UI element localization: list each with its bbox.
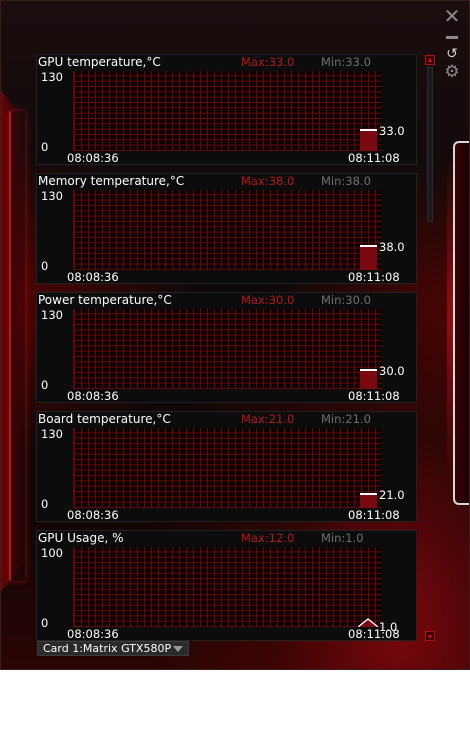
scrollbar-thumb[interactable] (427, 67, 433, 222)
min-value: Min:1.0 (321, 531, 364, 545)
current-value: 38.0 (379, 240, 405, 254)
scroll-up-icon[interactable] (425, 55, 435, 65)
time-start: 08:08:36 (67, 627, 119, 641)
min-value: Min:33.0 (321, 55, 371, 69)
graph-plot (73, 190, 382, 270)
min-value: Min:30.0 (321, 293, 371, 307)
current-value: 33.0 (379, 124, 405, 138)
close-icon[interactable]: ✕ (443, 6, 461, 26)
graph-fill (360, 493, 377, 508)
y-axis-min: 0 (41, 259, 49, 273)
time-end: 08:11:08 (348, 151, 400, 165)
scrollbar[interactable] (425, 55, 435, 641)
time-end: 08:11:08 (348, 627, 400, 641)
link-icon[interactable]: ↺ (443, 45, 461, 63)
max-value: Max:33.0 (241, 55, 295, 69)
time-start: 08:08:36 (67, 389, 119, 403)
chevron-down-icon[interactable] (173, 646, 183, 652)
current-value: 30.0 (379, 364, 405, 378)
gpu-usage-panel: GPU Usage, % Max:12.0 Min:1.0 100 0 1.0 … (36, 530, 417, 641)
graph-fill (360, 129, 377, 151)
y-axis-min: 0 (41, 616, 49, 630)
max-value: Max:30.0 (241, 293, 295, 307)
y-axis-min: 0 (41, 497, 49, 511)
graph-plot (73, 547, 382, 627)
card-select[interactable]: Card 1:Matrix GTX580P (37, 641, 189, 656)
graph-plot (73, 71, 382, 151)
panel-title: Memory temperature,°C (38, 174, 185, 188)
max-value: Max:12.0 (241, 531, 295, 545)
panel-title: Board temperature,°C (38, 412, 171, 426)
current-value: 21.0 (379, 488, 405, 502)
minimize-icon[interactable] (443, 29, 461, 46)
y-axis-min: 0 (41, 378, 49, 392)
scroll-down-icon[interactable] (425, 631, 435, 641)
graph-spike (358, 618, 378, 627)
time-start: 08:08:36 (67, 151, 119, 165)
panel-title: GPU Usage, % (38, 531, 124, 545)
frame-right-glow (447, 151, 453, 491)
panel-title: Power temperature,°C (38, 293, 172, 307)
y-axis-max: 100 (41, 546, 63, 560)
y-axis-min: 0 (41, 140, 49, 154)
board-temperature-panel: Board temperature,°C Max:21.0 Min:21.0 1… (36, 411, 417, 522)
y-axis-max: 130 (41, 70, 63, 84)
graph-plot (73, 428, 382, 508)
panel-title: GPU temperature,°C (38, 55, 161, 69)
y-axis-max: 130 (41, 189, 63, 203)
graph-plot (73, 309, 382, 389)
gear-icon[interactable]: ⚙ (443, 63, 461, 81)
graph-fill (360, 245, 377, 270)
card-select-value: Card 1:Matrix GTX580P (43, 642, 172, 655)
time-end: 08:11:08 (348, 270, 400, 284)
min-value: Min:21.0 (321, 412, 371, 426)
monitor-window: ✕ ↺ ⚙ GPU temperature,°C Max:33.0 Min:33… (0, 0, 470, 670)
time-end: 08:11:08 (348, 508, 400, 522)
frame-right-edge (453, 141, 469, 505)
max-value: Max:38.0 (241, 174, 295, 188)
time-end: 08:11:08 (348, 389, 400, 403)
gpu-temperature-panel: GPU temperature,°C Max:33.0 Min:33.0 130… (36, 54, 417, 165)
frame-left-glow (9, 111, 25, 581)
time-start: 08:08:36 (67, 270, 119, 284)
time-start: 08:08:36 (67, 508, 119, 522)
graph-fill (360, 369, 377, 389)
max-value: Max:21.0 (241, 412, 295, 426)
min-value: Min:38.0 (321, 174, 371, 188)
memory-temperature-panel: Memory temperature,°C Max:38.0 Min:38.0 … (36, 173, 417, 284)
y-axis-max: 130 (41, 308, 63, 322)
y-axis-max: 130 (41, 427, 63, 441)
power-temperature-panel: Power temperature,°C Max:30.0 Min:30.0 1… (36, 292, 417, 403)
